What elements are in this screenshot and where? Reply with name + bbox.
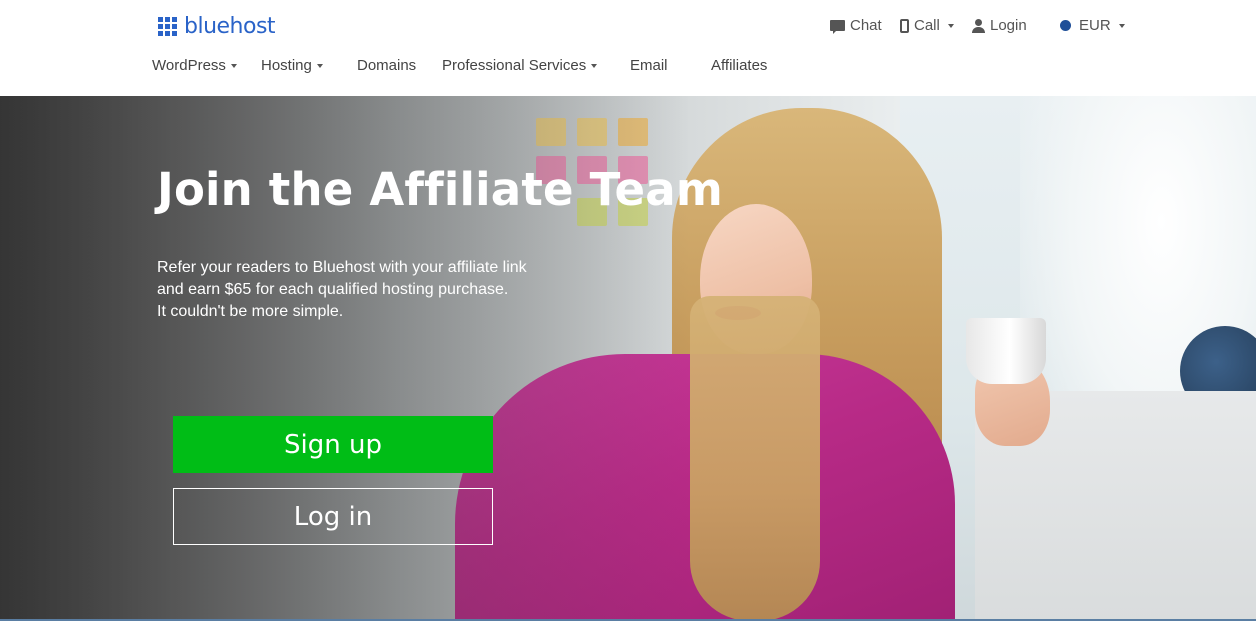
hero-copy-line: Refer your readers to Bluehost with your… <box>157 259 527 276</box>
chevron-down-icon <box>230 64 237 68</box>
nav-item-hosting[interactable]: Hosting <box>261 57 323 74</box>
hero-title: Join the Affiliate Team <box>157 163 723 216</box>
site-header: bluehost Chat Call Login EUR WordPress H… <box>0 0 1256 96</box>
chevron-down-icon <box>947 24 954 28</box>
nav-item-domains[interactable]: Domains <box>357 57 416 74</box>
nav-item-label: Email <box>630 57 668 74</box>
call-label: Call <box>914 17 940 34</box>
nav-item-label: Affiliates <box>711 57 768 74</box>
hero-copy-line: It couldn't be more simple. <box>157 303 344 320</box>
hero-section: Join the Affiliate Team Refer your reade… <box>0 96 1256 621</box>
user-icon <box>972 18 985 33</box>
login-link[interactable]: Login <box>972 17 1027 34</box>
call-dropdown[interactable]: Call <box>900 17 954 34</box>
nav-item-label: Hosting <box>261 57 312 74</box>
chevron-down-icon <box>591 64 598 68</box>
chat-bubble-icon <box>830 20 845 34</box>
log-in-button[interactable]: Log in <box>173 488 493 545</box>
login-label: Login <box>990 17 1027 34</box>
main-nav: WordPress Hosting Domains Professional S… <box>0 57 1256 77</box>
nav-item-label: Professional Services <box>442 57 587 74</box>
nav-item-email[interactable]: Email <box>630 57 668 74</box>
sign-up-button[interactable]: Sign up <box>173 416 493 473</box>
chat-link[interactable]: Chat <box>830 17 882 34</box>
phone-icon <box>900 18 909 33</box>
currency-label: EUR <box>1079 17 1111 34</box>
currency-dropdown[interactable]: EUR <box>1060 17 1125 34</box>
utility-nav: Chat Call Login EUR <box>0 17 1256 37</box>
hero-copy-line: and earn $65 for each qualified hosting … <box>157 281 509 298</box>
chevron-down-icon <box>1118 24 1125 28</box>
nav-item-label: WordPress <box>152 57 226 74</box>
nav-item-professional-services[interactable]: Professional Services <box>442 57 598 74</box>
nav-item-label: Domains <box>357 57 417 74</box>
chat-label: Chat <box>850 17 882 34</box>
nav-item-affiliates[interactable]: Affiliates <box>711 57 767 74</box>
chevron-down-icon <box>316 64 323 68</box>
nav-item-wordpress[interactable]: WordPress <box>152 57 237 74</box>
globe-icon <box>1060 20 1071 31</box>
hero-description: Refer your readers to Bluehost with your… <box>157 257 597 323</box>
